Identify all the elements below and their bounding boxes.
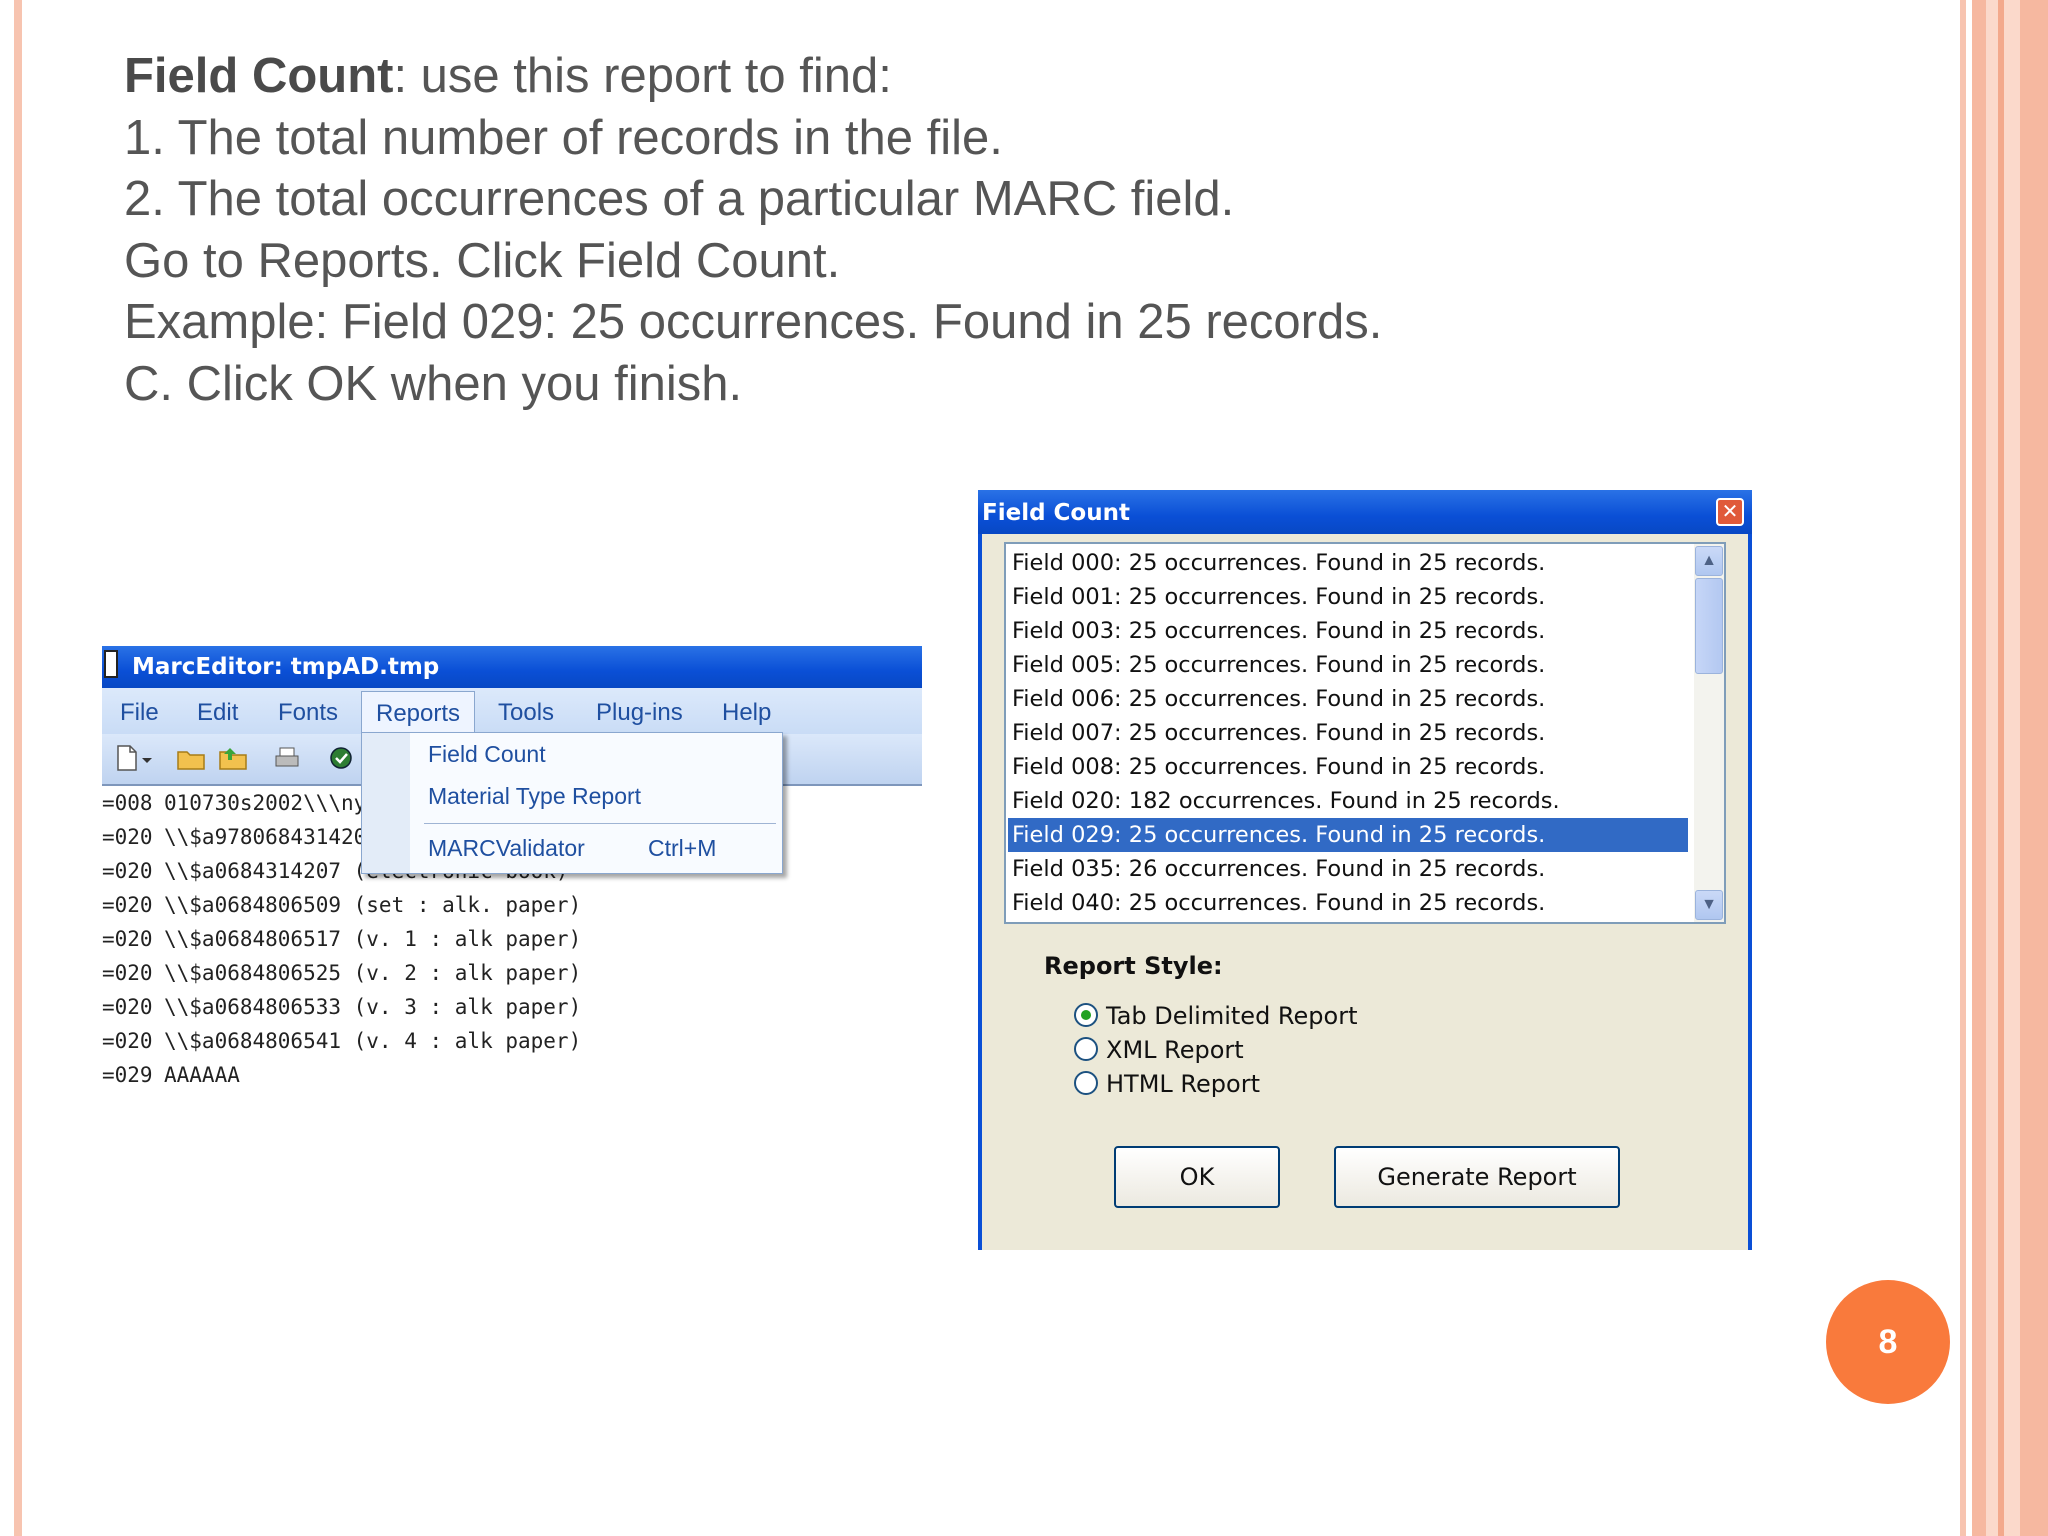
menu-fonts[interactable]: Fonts — [278, 688, 338, 734]
slide-stripe-left — [14, 0, 22, 1536]
menu-edit[interactable]: Edit — [197, 688, 238, 734]
slide-stripe-right-1 — [1960, 0, 1966, 1536]
field-count-dialog: Field Count ✕ Field 000: 25 occurrences.… — [978, 490, 1752, 1250]
menu-item-field-count[interactable]: Field Count — [428, 741, 546, 768]
marc-tag: =020 — [102, 859, 153, 883]
marc-tag: =020 — [102, 961, 153, 985]
marc-text: \\$a978068431420 — [164, 825, 367, 849]
marc-text: \\$a0684806541 (v. 4 : alk paper) — [164, 1029, 582, 1053]
marc-tag: =020 — [102, 927, 153, 951]
list-item[interactable]: Field 035: 26 occurrences. Found in 25 r… — [1008, 852, 1688, 886]
list-item[interactable]: Field 000: 25 occurrences. Found in 25 r… — [1008, 546, 1688, 580]
dialog-body: Field 000: 25 occurrences. Found in 25 r… — [978, 534, 1752, 1250]
radio-label: XML Report — [1106, 1036, 1244, 1064]
slide-stripe-right-3 — [1998, 0, 2004, 1536]
scroll-down-icon[interactable]: ▼ — [1695, 890, 1723, 920]
marc-line: =020 \\$a0684806525 (v. 2 : alk paper) — [102, 956, 802, 990]
marc-tag: =020 — [102, 893, 153, 917]
dropdown-icon-strip — [362, 733, 410, 873]
menu-help[interactable]: Help — [722, 688, 771, 734]
menu-item-marcvalidator[interactable]: MARCValidator — [428, 835, 585, 862]
slide-heading-bold: Field Count — [124, 49, 394, 103]
list-scrollbar[interactable]: ▲ ▼ — [1694, 544, 1724, 922]
marc-line: =029 AAAAAA — [102, 1058, 802, 1092]
list-item[interactable]: Field 007: 25 occurrences. Found in 25 r… — [1008, 716, 1688, 750]
dialog-title: Field Count — [982, 500, 1130, 526]
open-folder-icon[interactable] — [176, 744, 206, 772]
dialog-title-bar: Field Count ✕ — [978, 490, 1752, 534]
scroll-thumb[interactable] — [1695, 578, 1723, 674]
marc-text: \\$a0684806509 (set : alk. paper) — [164, 893, 582, 917]
menu-file[interactable]: File — [120, 688, 159, 734]
radio-circle[interactable] — [1074, 1071, 1098, 1095]
validate-icon[interactable] — [326, 744, 356, 772]
marceditor-title: MarcEditor: tmpAD.tmp — [132, 654, 440, 680]
marc-tag: =008 — [102, 791, 153, 815]
app-icon — [104, 650, 118, 678]
scroll-up-icon[interactable]: ▲ — [1695, 546, 1723, 576]
marc-text: AAAAAA — [164, 1063, 240, 1087]
save-folder-icon[interactable] — [218, 744, 248, 772]
list-item[interactable]: Field 003: 25 occurrences. Found in 25 r… — [1008, 614, 1688, 648]
field-count-list[interactable]: Field 000: 25 occurrences. Found in 25 r… — [1004, 542, 1726, 924]
radio-circle[interactable] — [1074, 1037, 1098, 1061]
generate-report-button[interactable]: Generate Report — [1334, 1146, 1620, 1208]
close-icon[interactable]: ✕ — [1716, 498, 1744, 526]
slide-line-3: Go to Reports. Click Field Count. — [124, 233, 841, 288]
marc-text: 010730s2002\\\ny — [164, 791, 367, 815]
marc-tag: =029 — [102, 1063, 153, 1087]
marc-line: =020 \\$a0684806517 (v. 1 : alk paper) — [102, 922, 802, 956]
list-item[interactable]: Field 001: 25 occurrences. Found in 25 r… — [1008, 580, 1688, 614]
marc-text: \\$a0684806525 (v. 2 : alk paper) — [164, 961, 582, 985]
marc-line: =020 \\$a0684806541 (v. 4 : alk paper) — [102, 1024, 802, 1058]
marceditor-title-bar: MarcEditor: tmpAD.tmp — [102, 646, 922, 688]
slide-heading-line: Field Count: use this report to find: — [124, 46, 1924, 108]
radio-label: Tab Delimited Report — [1106, 1002, 1358, 1030]
radio-circle-checked[interactable] — [1074, 1003, 1098, 1027]
slide-line-4: Example: Field 029: 25 occurrences. Foun… — [124, 295, 1383, 349]
marc-text: \\$a0684806517 (v. 1 : alk paper) — [164, 927, 582, 951]
menu-item-material-type-report[interactable]: Material Type Report — [428, 783, 641, 810]
new-file-icon[interactable] — [114, 744, 140, 772]
list-item[interactable]: Field 020: 182 occurrences. Found in 25 … — [1008, 784, 1688, 818]
page-number-badge: 8 — [1826, 1280, 1950, 1404]
print-icon[interactable] — [272, 744, 302, 772]
marc-text: \\$a0684806533 (v. 3 : alk paper) — [164, 995, 582, 1019]
list-item[interactable]: Field 008: 25 occurrences. Found in 25 r… — [1008, 750, 1688, 784]
radio-dot — [1081, 1010, 1091, 1020]
list-item-selected[interactable]: Field 029: 25 occurrences. Found in 25 r… — [1008, 818, 1688, 852]
slide-body-text: Field Count: use this report to find: 1.… — [124, 46, 1924, 415]
marc-tag: =020 — [102, 1029, 153, 1053]
marc-tag: =020 — [102, 995, 153, 1019]
list-item[interactable]: Field 006: 25 occurrences. Found in 25 r… — [1008, 682, 1688, 716]
chevron-down-icon[interactable] — [140, 744, 154, 772]
reports-dropdown-menu: Field Count Material Type Report MARCVal… — [361, 732, 783, 874]
slide-heading-rest: : use this report to find: — [393, 49, 892, 103]
marc-tag: =020 — [102, 825, 153, 849]
marceditor-menubar: File Edit Fonts Reports Tools Plug-ins H… — [102, 688, 922, 734]
slide-stripe-right-2 — [1972, 0, 1986, 1536]
list-item[interactable]: Field 040: 25 occurrences. Found in 25 r… — [1008, 886, 1688, 920]
menu-tools[interactable]: Tools — [498, 688, 554, 734]
slide-line-2: 2. The total occurrences of a particular… — [124, 172, 1235, 226]
slide-line-1: 1. The total number of records in the fi… — [124, 110, 1003, 165]
ok-button[interactable]: OK — [1114, 1146, 1280, 1208]
list-item[interactable]: Field 005: 25 occurrences. Found in 25 r… — [1008, 648, 1688, 682]
marc-line: =020 \\$a0684806509 (set : alk. paper) — [102, 888, 802, 922]
marc-line: =020 \\$a0684806533 (v. 3 : alk paper) — [102, 990, 802, 1024]
menu-plugins[interactable]: Plug-ins — [596, 688, 683, 734]
slide-border-left — [0, 0, 14, 1536]
slide-stripe-right-4 — [2020, 0, 2048, 1536]
menu-reports[interactable]: Reports — [361, 691, 476, 734]
slide-line-5: C. Click OK when you finish. — [124, 356, 743, 411]
dropdown-separator — [424, 823, 776, 824]
radio-label: HTML Report — [1106, 1070, 1260, 1098]
menu-item-marcvalidator-shortcut: Ctrl+M — [648, 835, 717, 861]
report-style-label: Report Style: — [1044, 952, 1223, 980]
